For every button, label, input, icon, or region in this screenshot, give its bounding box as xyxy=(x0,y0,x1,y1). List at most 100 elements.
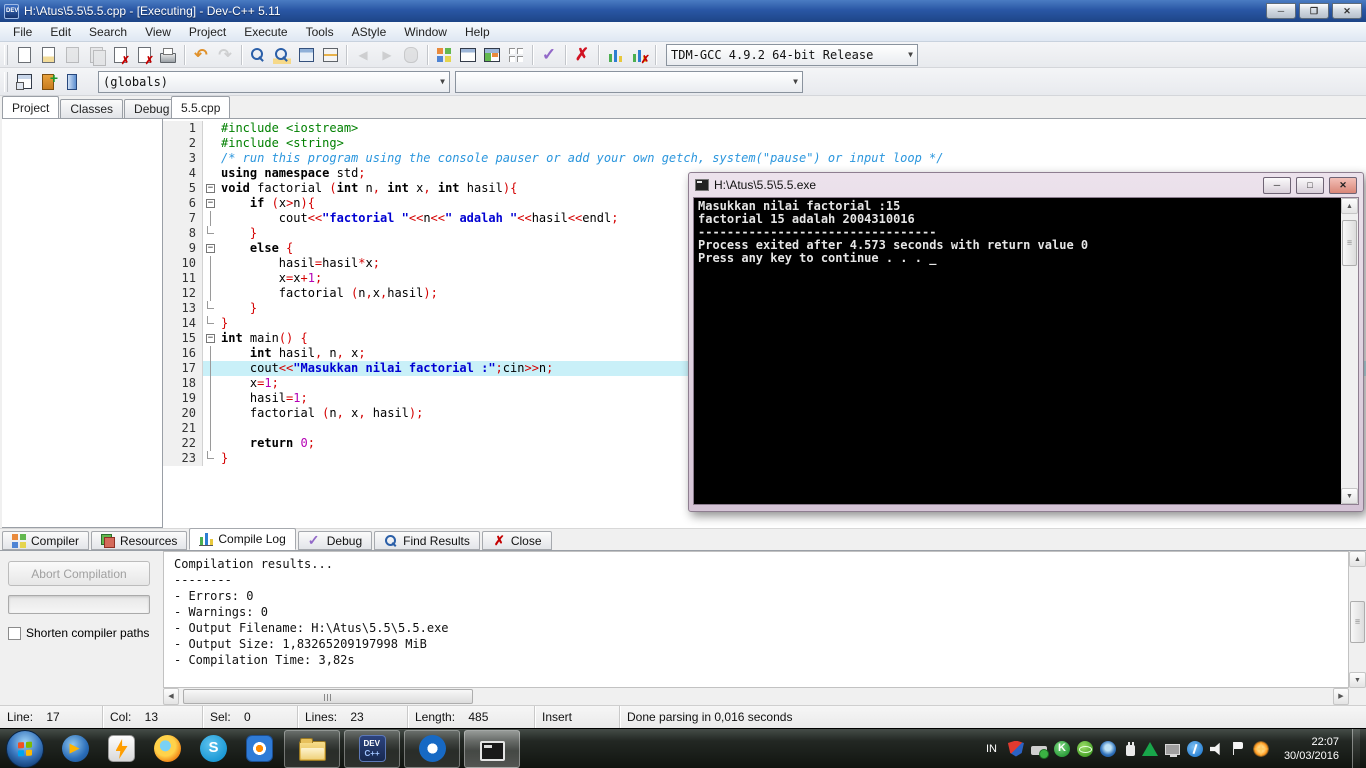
tab-classes[interactable]: Classes xyxy=(60,99,124,118)
close-all-button[interactable] xyxy=(132,44,156,67)
fold-collapse-icon[interactable]: − xyxy=(206,244,215,253)
find-button[interactable] xyxy=(246,44,270,66)
console-title-bar[interactable]: H:\Atus\5.5\5.5.exe ─ □ ✕ xyxy=(693,173,1359,197)
code-line[interactable]: 3 /* run this program using the console p… xyxy=(163,151,1366,166)
goto-function-button[interactable] xyxy=(294,44,318,66)
menu-view[interactable]: View xyxy=(136,23,180,41)
devcpp-taskbar-button[interactable] xyxy=(344,729,400,768)
menu-file[interactable]: File xyxy=(4,23,41,41)
fold-collapse-icon[interactable]: − xyxy=(206,184,215,193)
abort-compilation-button[interactable]: Abort Compilation xyxy=(8,561,150,586)
menu-astyle[interactable]: AStyle xyxy=(343,23,396,41)
code-line[interactable]: 2 #include <string> xyxy=(163,136,1366,151)
idm-icon[interactable] xyxy=(1076,740,1093,757)
shorten-paths-checkbox[interactable] xyxy=(8,626,21,640)
run-button[interactable] xyxy=(456,44,480,66)
tab-close[interactable]: Close xyxy=(481,531,552,550)
menu-project[interactable]: Project xyxy=(180,23,235,41)
language-indicator[interactable]: IN xyxy=(986,743,997,755)
speaker-icon[interactable] xyxy=(1209,742,1220,756)
project-tree-panel[interactable] xyxy=(2,118,163,528)
tab-project[interactable]: Project xyxy=(2,96,60,118)
scroll-left-icon[interactable]: ◀ xyxy=(163,688,179,705)
winamp-taskbar-button[interactable] xyxy=(98,730,144,768)
skype-taskbar-button[interactable] xyxy=(190,730,236,768)
scroll-right-icon[interactable]: ▶ xyxy=(1333,688,1349,705)
tab-resources[interactable]: Resources xyxy=(91,531,188,550)
minimize-button[interactable]: ─ xyxy=(1266,3,1296,19)
usb-icon[interactable] xyxy=(1030,746,1049,759)
smadav-icon[interactable] xyxy=(1141,742,1158,756)
scrollbar-thumb[interactable] xyxy=(183,689,473,704)
show-desktop-button[interactable] xyxy=(1352,728,1360,768)
scroll-down-icon[interactable]: ▼ xyxy=(1349,672,1366,688)
toolbar-grip[interactable] xyxy=(4,44,8,65)
delete-profile-button[interactable] xyxy=(627,44,651,66)
menu-edit[interactable]: Edit xyxy=(41,23,80,41)
monitor-icon[interactable] xyxy=(1164,744,1180,757)
menu-search[interactable]: Search xyxy=(80,23,136,41)
remove-file-button[interactable] xyxy=(60,71,84,93)
replace-button[interactable] xyxy=(270,44,294,66)
scroll-up-icon[interactable]: ▲ xyxy=(1349,551,1366,567)
close-button[interactable]: ✕ xyxy=(1332,3,1362,19)
new-unit-button[interactable] xyxy=(12,71,36,93)
compile-log-output[interactable]: Compilation results... -------- - Errors: … xyxy=(163,551,1349,688)
toolbar-grip[interactable] xyxy=(4,71,8,92)
scrollbar-thumb[interactable] xyxy=(1342,220,1357,266)
compile-button[interactable] xyxy=(432,44,456,66)
profile-button[interactable] xyxy=(603,44,627,66)
scroll-up-icon[interactable]: ▲ xyxy=(1341,198,1358,214)
spark-icon[interactable] xyxy=(1252,740,1269,757)
scrollbar-thumb[interactable] xyxy=(1350,601,1365,643)
firefox-taskbar-button[interactable] xyxy=(144,730,190,768)
kmp-icon[interactable] xyxy=(1053,740,1070,757)
rebuild-button[interactable] xyxy=(504,44,528,66)
menu-tools[interactable]: Tools xyxy=(297,23,343,41)
add-file-button[interactable] xyxy=(36,70,60,93)
flag-icon[interactable] xyxy=(1230,741,1246,757)
code-line[interactable]: 1 #include <iostream> xyxy=(163,121,1366,136)
compiler-select[interactable]: TDM-GCC 4.9.2 64-bit Release ▼ xyxy=(666,43,918,66)
globals-select[interactable]: (globals) ▼ xyxy=(98,70,450,93)
start-button[interactable] xyxy=(6,729,44,768)
menu-help[interactable]: Help xyxy=(456,23,499,41)
syntax-check-button[interactable] xyxy=(537,44,561,66)
picpick-taskbar-button[interactable] xyxy=(236,730,282,768)
console-minimize-button[interactable]: ─ xyxy=(1263,176,1291,194)
goto-line-button[interactable] xyxy=(318,44,342,66)
members-select[interactable]: ▼ xyxy=(455,70,803,93)
tab-find-results[interactable]: Find Results xyxy=(374,531,480,550)
fold-collapse-icon[interactable]: − xyxy=(206,199,215,208)
breakpoint-button[interactable] xyxy=(399,44,423,66)
menu-execute[interactable]: Execute xyxy=(235,23,296,41)
console-maximize-button[interactable]: □ xyxy=(1296,176,1324,194)
wmp-taskbar-button[interactable] xyxy=(52,730,98,768)
console-taskbar-button[interactable] xyxy=(464,729,520,768)
blue-icon[interactable] xyxy=(1099,740,1116,757)
restore-button[interactable]: ❐ xyxy=(1299,3,1329,19)
open-file-button[interactable] xyxy=(36,44,60,66)
console-window[interactable]: H:\Atus\5.5\5.5.exe ─ □ ✕ Masukkan nilai… xyxy=(688,172,1364,512)
log-horizontal-scrollbar[interactable]: ◀ ▶ xyxy=(163,688,1349,705)
save-all-button[interactable] xyxy=(84,44,108,66)
explorer-taskbar-button[interactable] xyxy=(284,729,340,768)
console-close-button[interactable]: ✕ xyxy=(1329,176,1357,194)
forward-button[interactable] xyxy=(375,44,399,66)
console-scrollbar[interactable]: ▲ ▼ xyxy=(1341,198,1358,504)
tab-compile-log[interactable]: Compile Log xyxy=(189,528,296,550)
undo-button[interactable] xyxy=(189,44,213,66)
new-file-button[interactable] xyxy=(12,44,36,66)
plug-icon[interactable] xyxy=(1125,741,1135,756)
taskbar-clock[interactable]: 22:07 30/03/2016 xyxy=(1284,735,1339,763)
close-file-button[interactable] xyxy=(108,44,132,67)
back-button[interactable] xyxy=(351,44,375,66)
print-button[interactable] xyxy=(156,44,180,66)
abort-button[interactable] xyxy=(570,44,594,66)
save-button[interactable] xyxy=(60,44,84,66)
bolt-icon[interactable] xyxy=(1186,740,1203,757)
fold-collapse-icon[interactable]: − xyxy=(206,334,215,343)
menu-window[interactable]: Window xyxy=(395,23,456,41)
tab-debug[interactable]: Debug xyxy=(297,531,373,550)
redo-button[interactable] xyxy=(213,44,237,66)
